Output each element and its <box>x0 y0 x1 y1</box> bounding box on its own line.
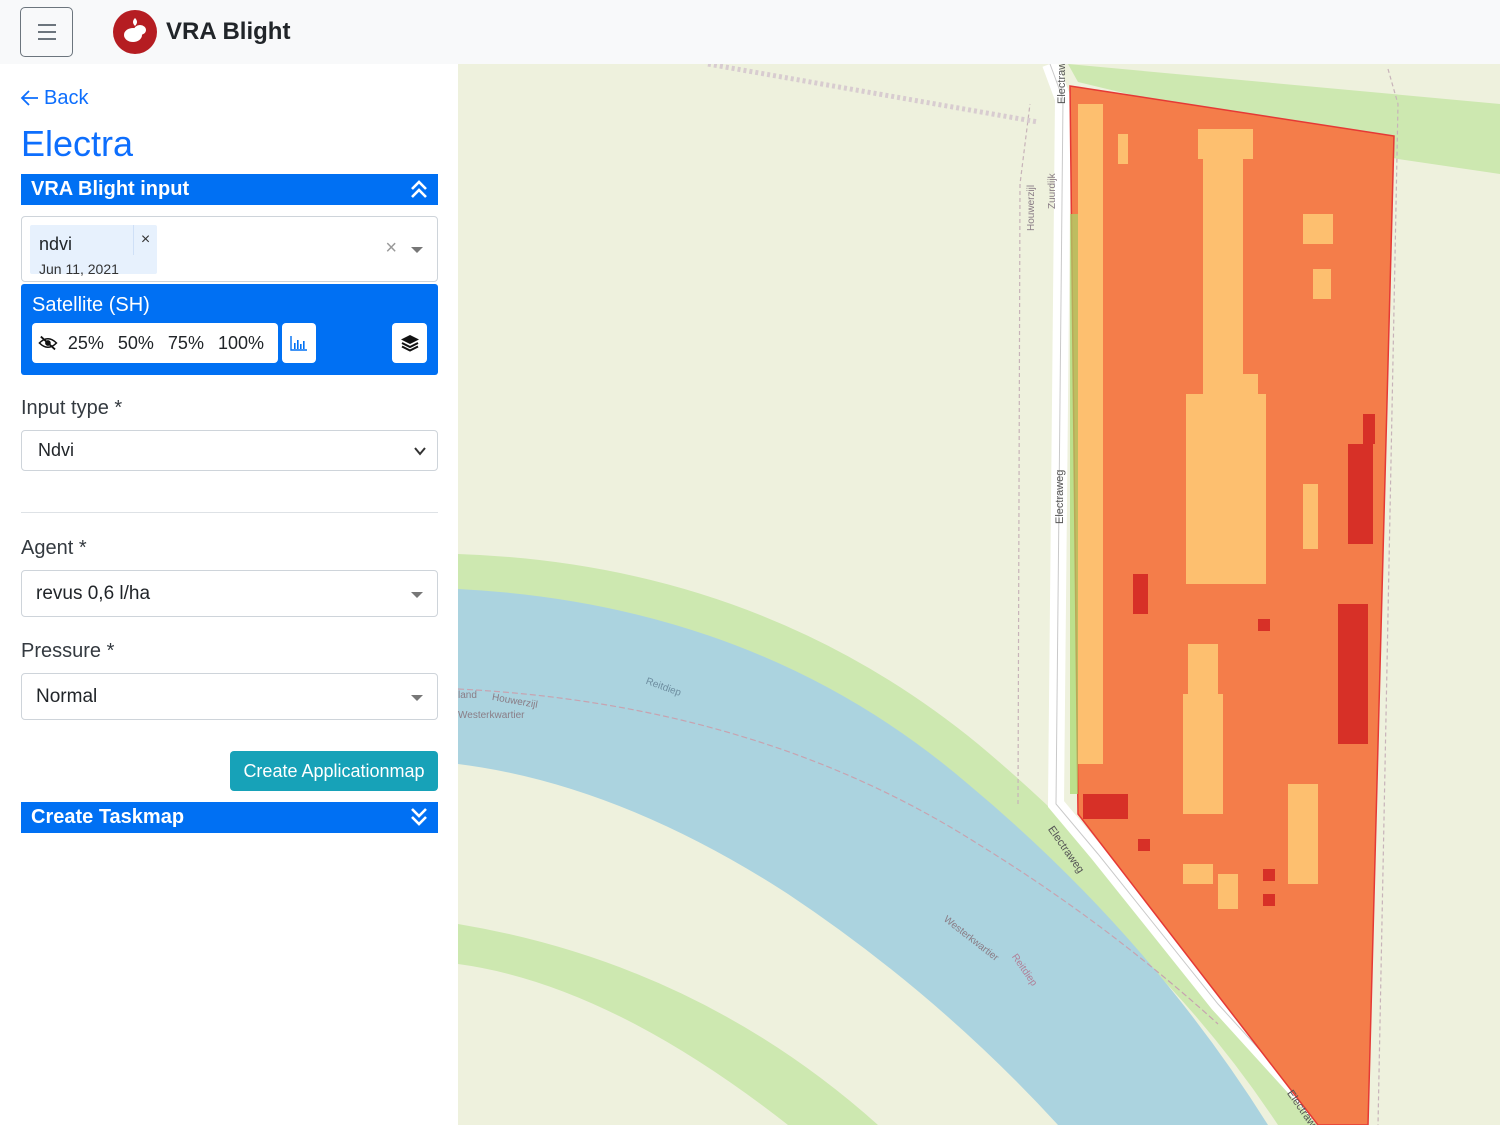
histogram-button[interactable] <box>282 323 316 363</box>
agent-label: Agent * <box>21 537 87 559</box>
input-type-value: Ndvi <box>38 440 75 460</box>
input-type-label: Input type * <box>21 397 123 419</box>
section-title: VRA Blight input <box>31 178 190 200</box>
create-applicationmap-button[interactable]: Create Applicationmap <box>230 751 438 791</box>
back-link[interactable]: Back <box>20 86 88 110</box>
input-layer-multiselect[interactable]: ndvi Jun 11, 2021 × × <box>21 216 438 282</box>
opacity-button-group: 25% 50% 75% 100% <box>32 323 278 363</box>
caret-down-icon[interactable] <box>411 247 423 253</box>
dike-label: Zuurdijk <box>1047 173 1058 209</box>
area-label: land <box>458 690 477 701</box>
opacity-100-button[interactable]: 100% <box>218 333 264 354</box>
map-view[interactable]: Electraweg Electraweg Electraweg Electra… <box>458 64 1500 1125</box>
opacity-75-button[interactable]: 75% <box>168 333 204 354</box>
road-label: Electraweg <box>1056 64 1068 104</box>
field-title: Electra <box>21 123 134 164</box>
top-navbar: VRA Blight <box>0 0 1500 64</box>
agent-select[interactable]: revus 0,6 l/ha <box>21 570 438 617</box>
pressure-value: Normal <box>36 686 98 707</box>
pressure-select[interactable]: Normal <box>21 673 438 720</box>
sidebar: Back Electra VRA Blight input ndvi Jun 1… <box>0 64 458 1125</box>
tag-name: ndvi <box>39 234 73 254</box>
hamburger-icon <box>37 24 56 26</box>
opacity-25-button[interactable]: 25% <box>68 333 104 354</box>
chevrons-down-icon <box>411 808 427 826</box>
create-taskmap-section-toggle[interactable]: Create Taskmap <box>21 802 438 833</box>
layers-button[interactable] <box>392 323 427 363</box>
section-title: Create Taskmap <box>31 806 185 828</box>
caret-down-icon <box>411 695 423 701</box>
divider <box>21 512 438 513</box>
clear-selection-button[interactable]: × <box>385 237 397 260</box>
road-label: Electraweg <box>1054 469 1066 524</box>
caret-down-icon <box>411 592 423 598</box>
dike-label: Houwerzijl <box>1026 184 1037 231</box>
satellite-layer-panel: Satellite (SH) 25% 50% 75% 100% <box>21 284 438 375</box>
vra-blight-input-section-toggle[interactable]: VRA Blight input <box>21 174 438 205</box>
arrow-left-icon <box>20 90 38 106</box>
tag-remove-button[interactable]: × <box>133 225 157 255</box>
bar-chart-icon <box>290 336 307 351</box>
eye-slash-icon[interactable] <box>38 331 58 355</box>
chevrons-up-icon <box>411 180 427 198</box>
chevron-down-icon <box>414 447 426 456</box>
opacity-50-button[interactable]: 50% <box>118 333 154 354</box>
map-canvas <box>458 64 1500 1125</box>
area-label: Westerkwartier <box>458 710 525 721</box>
selected-input-tag: ndvi Jun 11, 2021 × <box>30 225 157 277</box>
input-type-select[interactable]: Ndvi <box>21 430 438 471</box>
layers-icon <box>400 335 419 352</box>
agent-value: revus 0,6 l/ha <box>36 583 151 604</box>
pressure-label: Pressure * <box>21 640 115 662</box>
hamburger-menu-button[interactable] <box>20 7 73 57</box>
back-label: Back <box>44 87 89 109</box>
satellite-label: Satellite (SH) <box>32 294 150 316</box>
app-title: VRA Blight <box>166 18 291 45</box>
tag-date: Jun 11, 2021 <box>39 261 119 277</box>
potato-logo-icon <box>113 10 157 54</box>
